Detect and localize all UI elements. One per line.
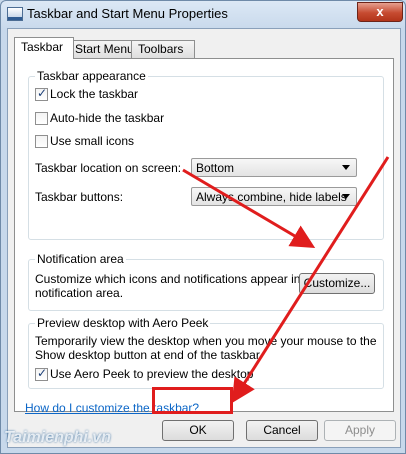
taskbar-buttons-label: Taskbar buttons: — [35, 190, 124, 204]
customize-button[interactable]: Customize... — [299, 273, 375, 294]
aero-peek-title: Preview desktop with Aero Peek — [35, 316, 211, 330]
notification-description-line1: Customize which icons and notifications … — [35, 272, 321, 286]
small-icons-checkbox[interactable] — [35, 135, 48, 148]
ok-button[interactable]: OK — [162, 420, 234, 441]
notification-area-group: Notification area Customize which icons … — [28, 252, 384, 311]
notification-area-title: Notification area — [35, 252, 126, 266]
watermark-logo: Taimienphi.vn — [4, 429, 111, 446]
use-aero-peek-label[interactable]: Use Aero Peek to preview the desktop — [50, 367, 253, 381]
ok-highlight-box — [152, 387, 233, 414]
aero-peek-group: Preview desktop with Aero Peek Temporari… — [28, 316, 384, 389]
apply-button[interactable]: Apply — [324, 420, 396, 441]
lock-taskbar-checkbox[interactable]: ✓ — [35, 86, 48, 101]
window-title: Taskbar and Start Menu Properties — [27, 6, 228, 21]
checkmark-icon: ✓ — [37, 86, 48, 100]
tab-taskbar[interactable]: Taskbar — [14, 37, 74, 59]
close-button[interactable]: x — [357, 2, 403, 22]
properties-window: Taskbar and Start Menu Properties x Task… — [0, 0, 406, 454]
taskbar-appearance-group: Taskbar appearance ✓ Lock the taskbar Au… — [28, 69, 384, 240]
taskbar-buttons-select[interactable]: Always combine, hide labels — [191, 187, 357, 206]
title-bar[interactable]: Taskbar and Start Menu Properties x — [1, 1, 405, 28]
aero-peek-description-line1: Temporarily view the desktop when you mo… — [35, 334, 377, 348]
aero-peek-description-line2: Show desktop button at end of the taskba… — [35, 348, 263, 362]
small-icons-label[interactable]: Use small icons — [50, 134, 134, 148]
chevron-down-icon — [342, 194, 350, 199]
notification-description-line2: notification area. — [35, 286, 124, 300]
dialog-body: Taskbar Start Menu Toolbars Taskbar appe… — [7, 28, 401, 448]
taskbar-location-value: Bottom — [196, 161, 235, 175]
tab-start-menu[interactable]: Start Menu — [68, 40, 137, 58]
lock-taskbar-label[interactable]: Lock the taskbar — [50, 87, 138, 101]
cancel-button[interactable]: Cancel — [246, 420, 318, 441]
taskbar-location-label: Taskbar location on screen: — [35, 161, 182, 175]
checkmark-icon: ✓ — [37, 366, 48, 380]
taskbar-buttons-value: Always combine, hide labels — [196, 190, 347, 204]
auto-hide-label[interactable]: Auto-hide the taskbar — [50, 111, 164, 125]
taskbar-location-select[interactable]: Bottom — [191, 158, 357, 177]
taskbar-appearance-title: Taskbar appearance — [35, 69, 148, 83]
use-aero-peek-checkbox[interactable]: ✓ — [35, 366, 48, 381]
auto-hide-checkbox[interactable] — [35, 112, 48, 125]
taskbar-window-icon — [7, 7, 23, 21]
tab-toolbars[interactable]: Toolbars — [131, 40, 195, 58]
taskbar-tab-panel: Taskbar appearance ✓ Lock the taskbar Au… — [14, 58, 394, 415]
chevron-down-icon — [342, 165, 350, 170]
